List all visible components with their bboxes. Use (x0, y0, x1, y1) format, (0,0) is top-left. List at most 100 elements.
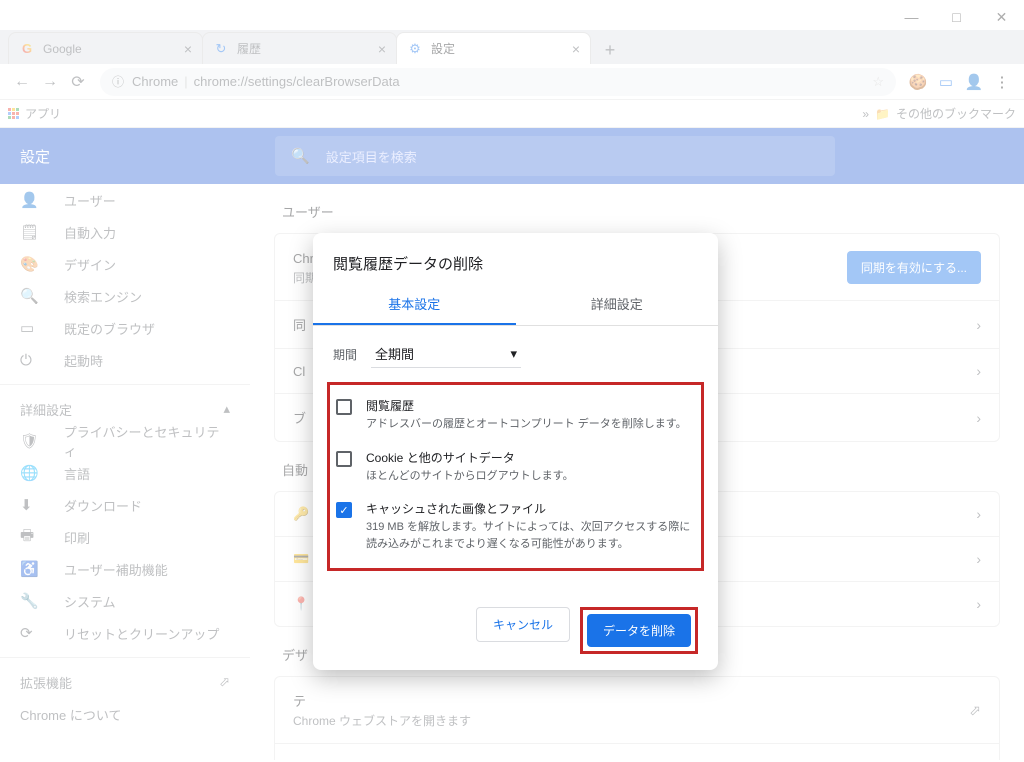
appearance-icon: 🎨 (20, 255, 44, 273)
settings-search[interactable]: 🔍 設定項目を検索 (275, 136, 835, 176)
star-icon[interactable]: ☆ (872, 74, 884, 90)
tab-strip: G Google × ↻ 履歴 × ⚙ 設定 × + (0, 30, 1024, 64)
settings-sidebar: 👤ユーザー 🗒自動入力 🎨デザイン 🔍検索エンジン ▭既定のブラウザ ⏻起動時 … (0, 128, 250, 760)
search-placeholder: 設定項目を検索 (326, 147, 417, 166)
clear-browsing-data-dialog: 閲覧履歴データの削除 基本設定 詳細設定 期間 全期間▾ 閲覧履歴アドレスバーの… (313, 233, 718, 670)
cancel-button[interactable]: キャンセル (476, 607, 570, 642)
site-info-icon: ⓘ (112, 73, 124, 90)
checkbox-history[interactable] (336, 399, 352, 415)
sidebar-item-accessibility[interactable]: ♿ユーザー補助機能 (0, 553, 250, 585)
browser-toolbar: ← → ⟳ ⓘ Chrome | chrome://settings/clear… (0, 64, 1024, 100)
download-icon: ⬇ (20, 496, 44, 514)
sidebar-item-user[interactable]: 👤ユーザー (0, 184, 250, 216)
tab-close-icon[interactable]: × (378, 41, 386, 57)
search-engine-icon: 🔍 (20, 287, 44, 305)
sidebar-item-language[interactable]: 🌐言語 (0, 457, 250, 489)
dialog-tab-basic[interactable]: 基本設定 (313, 284, 516, 325)
launch-icon: ⬀ (219, 674, 230, 690)
confirm-highlight: データを削除 (580, 607, 698, 654)
checkbox-cache[interactable]: ✓ (336, 502, 352, 518)
chevron-right-icon: › (976, 551, 981, 567)
tab-label: 履歴 (237, 40, 261, 57)
browser-icon: ▭ (20, 319, 44, 337)
other-bookmarks[interactable]: その他のブックマーク (896, 105, 1016, 122)
apps-icon (8, 108, 19, 119)
sidebar-item-reset[interactable]: ⟳ リセットとクリーンアップ (0, 617, 250, 649)
address-bar[interactable]: ⓘ Chrome | chrome://settings/clearBrowse… (100, 68, 896, 96)
apps-shortcut[interactable]: アプリ (8, 105, 61, 122)
sidebar-item-startup[interactable]: ⏻起動時 (0, 344, 250, 376)
sidebar-label: Chrome について (20, 705, 121, 724)
sidebar-item-privacy[interactable]: 🛡プライバシーとセキュリティ (0, 425, 250, 457)
option-title: Cookie と他のサイトデータ (366, 449, 574, 466)
row-home-button[interactable]: ホームボタンを表示する停止中 (275, 743, 999, 760)
sidebar-item-print[interactable]: 🖶 印刷 (0, 521, 250, 553)
menu-icon[interactable]: ⋮ (988, 68, 1016, 96)
sidebar-label: 印刷 (64, 528, 90, 547)
option-title: キャッシュされた画像とファイル (366, 500, 695, 517)
row-label: 同 (293, 315, 306, 334)
profile-icon[interactable]: 👤 (960, 68, 988, 96)
sidebar-item-autofill[interactable]: 🗒自動入力 (0, 216, 250, 248)
search-icon: 🔍 (291, 147, 310, 165)
folder-icon: 📁 (875, 107, 890, 121)
favicon-history: ↻ (213, 41, 229, 57)
chevron-up-icon: ▴ (223, 401, 230, 417)
clear-data-button[interactable]: データを削除 (587, 614, 691, 647)
extension-icon[interactable]: 🍪 (904, 68, 932, 96)
row-label: テ (293, 691, 471, 710)
overflow-icon[interactable]: » (862, 107, 869, 121)
print-icon: 🖶 (20, 525, 44, 550)
close-window-button[interactable]: ✕ (979, 4, 1024, 30)
dialog-tab-advanced[interactable]: 詳細設定 (516, 284, 719, 325)
favicon-google: G (19, 41, 35, 57)
sidebar-label: リセットとクリーンアップ (64, 624, 219, 643)
option-sub: 319 MB を解放します。サイトによっては、次回アクセスする際に読み込みがこれ… (366, 519, 695, 552)
option-sub: アドレスバーの履歴とオートコンプリート データを削除します。 (366, 416, 687, 433)
extension-icon-2[interactable]: ▭ (932, 68, 960, 96)
option-title: 閲覧履歴 (366, 397, 687, 414)
reset-icon: ⟳ (20, 624, 44, 642)
tab-close-icon[interactable]: × (572, 41, 580, 57)
enable-sync-button[interactable]: 同期を有効にする... (847, 251, 981, 284)
tab-label: Google (43, 42, 82, 56)
sidebar-advanced-toggle[interactable]: 詳細設定▴ (0, 393, 250, 425)
sidebar-item-default-browser[interactable]: ▭既定のブラウザ (0, 312, 250, 344)
sidebar-label: ユーザー (64, 191, 116, 210)
row-label: Cl (293, 364, 305, 379)
minimize-button[interactable]: — (889, 4, 934, 30)
tab-history[interactable]: ↻ 履歴 × (202, 32, 397, 64)
sidebar-label: 言語 (64, 464, 90, 483)
forward-button[interactable]: → (36, 68, 64, 96)
section-user: ユーザー (282, 202, 1000, 221)
back-button[interactable]: ← (8, 68, 36, 96)
reload-button[interactable]: ⟳ (64, 68, 92, 96)
sidebar-item-extensions[interactable]: 拡張機能⬀ (0, 666, 250, 698)
period-dropdown[interactable]: 全期間▾ (371, 340, 521, 368)
window-title-bar: — □ ✕ (0, 0, 1024, 30)
sidebar-label: システム (64, 592, 116, 611)
tab-google[interactable]: G Google × (8, 32, 203, 64)
autofill-icon: 🗒 (20, 223, 44, 241)
apps-label: アプリ (25, 105, 61, 122)
sidebar-item-downloads[interactable]: ⬇ ダウンロード (0, 489, 250, 521)
wrench-icon: 🔧 (20, 592, 44, 610)
checkbox-cookies[interactable] (336, 451, 352, 467)
sidebar-item-about[interactable]: Chrome について (0, 698, 250, 730)
sidebar-item-search[interactable]: 🔍 検索エンジン (0, 280, 250, 312)
tab-close-icon[interactable]: × (184, 41, 192, 57)
chevron-right-icon: › (976, 506, 981, 522)
sidebar-item-system[interactable]: 🔧 システム (0, 585, 250, 617)
tab-settings[interactable]: ⚙ 設定 × (396, 32, 591, 64)
sidebar-label: ダウンロード (64, 496, 142, 515)
sidebar-label: 検索エンジン (64, 287, 142, 306)
favicon-settings: ⚙ (407, 41, 423, 57)
settings-header: 設定 🔍 設定項目を検索 (0, 128, 1024, 184)
row-theme[interactable]: テChrome ウェブストアを開きます⬀ (275, 677, 999, 743)
launch-icon: ⬀ (969, 702, 981, 719)
new-tab-button[interactable]: + (596, 36, 624, 64)
url-scheme: Chrome (132, 74, 178, 89)
dropdown-value: 全期間 (375, 344, 414, 363)
maximize-button[interactable]: □ (934, 4, 979, 30)
sidebar-item-appearance[interactable]: 🎨デザイン (0, 248, 250, 280)
